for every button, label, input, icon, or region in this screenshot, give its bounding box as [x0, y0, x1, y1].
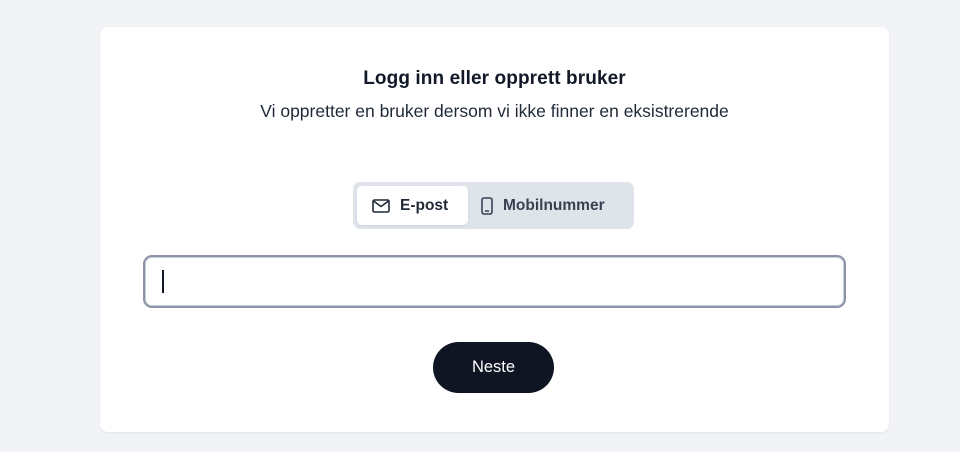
- tab-email[interactable]: E-post: [357, 186, 468, 225]
- page-title: Logg inn eller opprett bruker: [363, 68, 626, 89]
- tab-mobile[interactable]: Mobilnummer: [468, 186, 605, 225]
- page-subtitle: Vi oppretter en bruker dersom vi ikke fi…: [260, 101, 729, 121]
- next-button[interactable]: Neste: [433, 342, 554, 393]
- login-method-toggle: E-post Mobilnummer: [353, 182, 634, 229]
- email-field-wrapper: [143, 255, 846, 308]
- tab-mobile-label: Mobilnummer: [503, 196, 605, 214]
- login-card: Logg inn eller opprett bruker Vi opprett…: [100, 27, 889, 432]
- tab-email-label: E-post: [400, 196, 449, 214]
- phone-icon: [481, 196, 493, 215]
- email-field[interactable]: [145, 257, 844, 306]
- mail-icon: [372, 198, 390, 213]
- text-caret: [162, 270, 164, 293]
